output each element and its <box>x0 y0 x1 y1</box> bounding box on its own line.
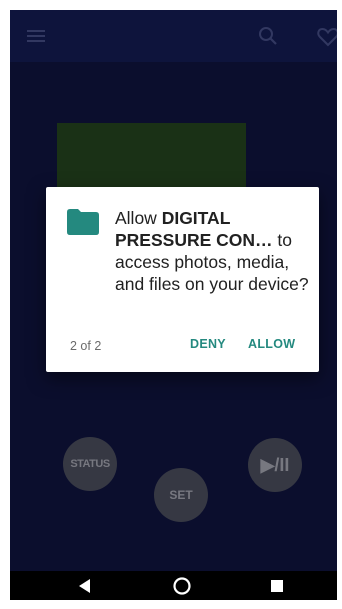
deny-button[interactable]: DENY <box>190 337 226 351</box>
allow-button[interactable]: ALLOW <box>248 337 295 351</box>
app-screen: STATUS SET ▶/II Allow DIGITAL PRESSURE C… <box>10 10 337 600</box>
permission-message: Allow DIGITAL PRESSURE CON… to access ph… <box>115 207 311 295</box>
message-prefix: Allow <box>115 208 162 228</box>
back-triangle-icon[interactable] <box>74 575 96 597</box>
system-nav-bar <box>10 571 337 600</box>
recents-square-icon[interactable] <box>266 575 288 597</box>
home-circle-icon[interactable] <box>171 575 193 597</box>
folder-icon <box>67 209 99 235</box>
permission-dialog: Allow DIGITAL PRESSURE CON… to access ph… <box>46 187 319 372</box>
permission-counter: 2 of 2 <box>70 339 102 353</box>
